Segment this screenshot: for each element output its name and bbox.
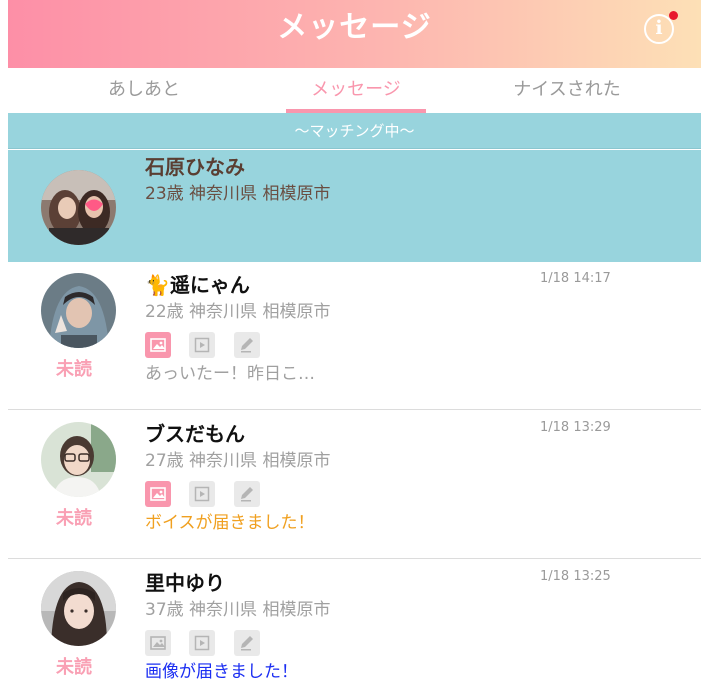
pen-icon [234, 332, 260, 358]
unread-badge: 未読 [56, 508, 92, 529]
message-preview: ボイスが届きました！ [145, 513, 315, 533]
tab-nice-received[interactable]: ナイスされた [457, 78, 677, 102]
user-name: 石原ひなみ [145, 155, 245, 179]
matching-banner: 〜マッチング中〜 [8, 113, 701, 149]
avatar[interactable] [41, 273, 116, 348]
avatar[interactable] [41, 170, 116, 245]
avatar[interactable] [41, 422, 116, 497]
user-detail: 22歳 神奈川県 相模原市 [145, 302, 331, 322]
tab-messages[interactable]: メッセージ [246, 78, 466, 102]
video-icon [189, 630, 215, 656]
user-name: 🐈遥にゃん [145, 273, 250, 297]
notification-dot [669, 11, 678, 20]
image-icon [145, 630, 171, 656]
unread-badge: 未読 [56, 359, 92, 380]
message-time: 1/18 13:29 [540, 420, 611, 435]
message-preview: あっいたー！昨日こ… [145, 364, 315, 384]
image-icon [145, 332, 171, 358]
pen-icon [234, 481, 260, 507]
user-detail: 37歳 神奈川県 相模原市 [145, 600, 331, 620]
pen-icon [234, 630, 260, 656]
page-title: メッセージ [277, 10, 432, 45]
user-detail: 27歳 神奈川県 相模原市 [145, 451, 331, 471]
user-name: ブスだもん [145, 422, 245, 446]
unread-badge: 未読 [56, 657, 92, 678]
video-icon [189, 332, 215, 358]
video-icon [189, 481, 215, 507]
avatar[interactable] [41, 571, 116, 646]
tab-bar: あしあと メッセージ ナイスされた [8, 68, 701, 113]
message-preview: 画像が届きました！ [145, 662, 298, 682]
user-detail: 23歳 神奈川県 相模原市 [145, 184, 331, 204]
user-name: 里中ゆり [145, 571, 225, 595]
app-header: メッセージ i [8, 0, 701, 68]
message-row[interactable]: 🐈遥にゃん 1/18 14:17 22歳 神奈川県 相模原市 未読 あっいたー！… [8, 262, 701, 410]
image-icon [145, 481, 171, 507]
message-row[interactable]: 里中ゆり 1/18 13:25 37歳 神奈川県 相模原市 未読 画像が届きまし… [8, 560, 701, 693]
message-time: 1/18 14:17 [540, 271, 611, 286]
matching-user-row[interactable]: 石原ひなみ 23歳 神奈川県 相模原市 [8, 150, 701, 262]
message-row[interactable]: ブスだもん 1/18 13:29 27歳 神奈川県 相模原市 未読 ボイスが届き… [8, 411, 701, 559]
message-time: 1/18 13:25 [540, 569, 611, 584]
tab-footprints[interactable]: あしあと [34, 78, 254, 102]
